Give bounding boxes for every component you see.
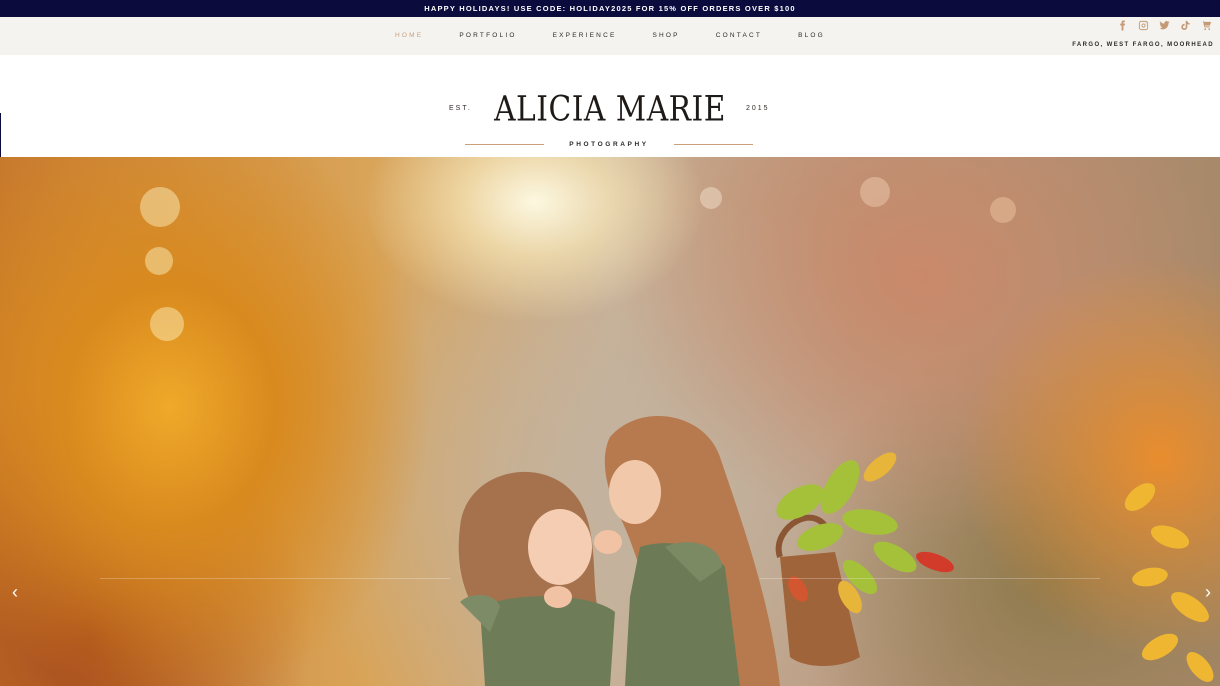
children-photo bbox=[458, 415, 954, 686]
tiktok-icon[interactable] bbox=[1179, 19, 1191, 31]
logo-name[interactable]: ALICIA MARIE bbox=[470, 88, 750, 129]
bokeh-light bbox=[990, 197, 1016, 223]
social-icons bbox=[1116, 19, 1212, 31]
nav-blog[interactable]: BLOG bbox=[798, 32, 825, 39]
twitter-icon[interactable] bbox=[1158, 19, 1170, 31]
hero-slideshow: ‹ › bbox=[0, 157, 1220, 686]
next-slide-button[interactable]: › bbox=[1200, 583, 1216, 603]
slider-guide bbox=[760, 578, 1100, 579]
nav-home[interactable]: HOME bbox=[395, 32, 423, 39]
promo-banner: HAPPY HOLIDAYS! USE CODE: HOLIDAY2025 FO… bbox=[0, 0, 1220, 17]
logo-rule-left bbox=[465, 144, 544, 145]
nav-shop[interactable]: SHOP bbox=[653, 32, 680, 39]
nav-portfolio[interactable]: PORTFOLIO bbox=[459, 32, 516, 39]
bokeh-light bbox=[700, 187, 722, 209]
logo-header: EST. ALICIA MARIE 2015 PHOTOGRAPHY bbox=[0, 55, 1220, 157]
logo-year: 2015 bbox=[746, 105, 770, 112]
foreground-leaves bbox=[1124, 483, 1214, 682]
bokeh-light bbox=[860, 177, 890, 207]
service-area: FARGO, WEST FARGO, MOORHEAD bbox=[1072, 42, 1214, 48]
edge-divider bbox=[0, 113, 1, 157]
logo-subtitle: PHOTOGRAPHY bbox=[569, 141, 649, 148]
slider-guide bbox=[100, 578, 450, 579]
promo-text: HAPPY HOLIDAYS! USE CODE: HOLIDAY2025 FO… bbox=[424, 4, 796, 13]
main-nav: HOME PORTFOLIO EXPERIENCE SHOP CONTACT B… bbox=[0, 17, 1220, 53]
bokeh-light bbox=[150, 307, 184, 341]
logo-est-label: EST. bbox=[449, 105, 472, 112]
instagram-icon[interactable] bbox=[1137, 19, 1149, 31]
bokeh-light bbox=[145, 247, 173, 275]
nav-contact[interactable]: CONTACT bbox=[716, 32, 762, 39]
logo-rule-right bbox=[674, 144, 753, 145]
cart-icon[interactable] bbox=[1200, 19, 1212, 31]
top-navigation: HOME PORTFOLIO EXPERIENCE SHOP CONTACT B… bbox=[0, 17, 1220, 55]
bokeh-light bbox=[140, 187, 180, 227]
facebook-icon[interactable] bbox=[1116, 19, 1128, 31]
prev-slide-button[interactable]: ‹ bbox=[7, 583, 23, 603]
nav-experience[interactable]: EXPERIENCE bbox=[553, 32, 617, 39]
